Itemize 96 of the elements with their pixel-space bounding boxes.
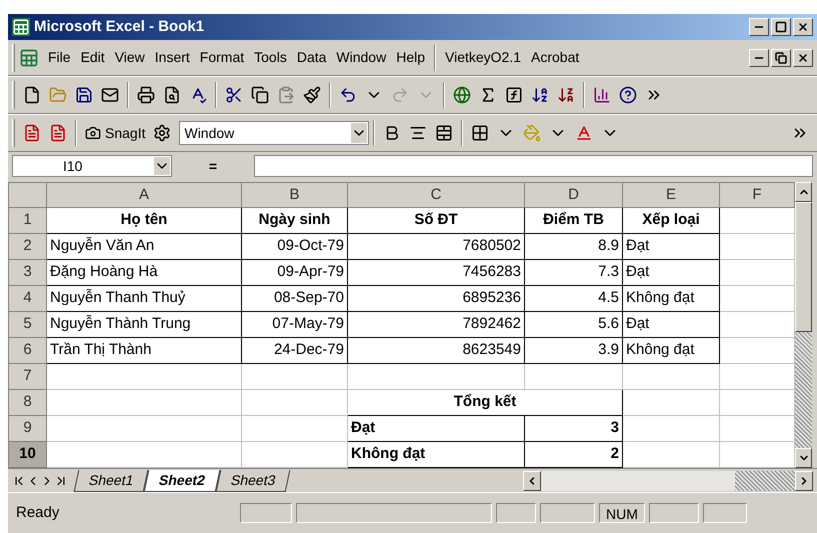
table-cell: 3 [524, 416, 622, 442]
maximize-button[interactable] [771, 18, 791, 36]
minimize-button[interactable] [749, 48, 769, 66]
restore-button[interactable] [771, 48, 791, 66]
table-cell: Số ĐT [348, 208, 524, 234]
horizontal-scrollbar[interactable] [523, 470, 813, 490]
name-box[interactable]: I10 [12, 155, 172, 177]
table-cell: Tổng kết [348, 390, 622, 416]
column-header[interactable]: A [46, 182, 242, 208]
sheet-tab[interactable]: Sheet1 [74, 470, 149, 492]
menu-item[interactable]: Help [391, 47, 430, 68]
maximize-icon [775, 21, 787, 33]
status-text: Ready [16, 502, 60, 523]
close-icon [797, 21, 809, 33]
font-name-field[interactable]: Window [179, 121, 370, 145]
table-cell: 7456283 [348, 260, 524, 286]
table-cell: 4.5 [524, 286, 622, 312]
menu-item[interactable]: Data [292, 47, 332, 68]
table-cell: 6895236 [348, 286, 524, 312]
select-all-corner[interactable] [8, 182, 46, 208]
table-cell: Đặng Hoàng Hà [46, 260, 242, 286]
minimize-button[interactable] [749, 18, 769, 36]
menu-item[interactable]: Edit [76, 47, 110, 68]
close-button[interactable] [793, 18, 813, 36]
table-cell: Họ tên [46, 208, 242, 234]
status-panel [703, 503, 747, 523]
table-cell: 2 [524, 442, 622, 468]
table-cell: Không đạt [622, 338, 720, 364]
menu-item[interactable]: Acrobat [526, 47, 584, 68]
row-header[interactable]: 8 [8, 390, 46, 416]
row-header[interactable]: 6 [8, 338, 46, 364]
num-lock-indicator: NUM [599, 503, 645, 523]
row-header[interactable]: 3 [8, 260, 46, 286]
table-cell: 24-Dec-79 [242, 338, 348, 364]
vertical-scrollbar[interactable] [795, 182, 812, 468]
row-header[interactable]: 5 [8, 312, 46, 338]
excel-logo-icon [12, 18, 30, 36]
menu-item[interactable]: View [110, 47, 150, 68]
table-cell: 09-Apr-79 [242, 260, 348, 286]
menu-item[interactable]: Tools [249, 47, 292, 68]
row-header[interactable]: 1 [8, 208, 46, 234]
table-cell: Nguyễn Thanh Thuỷ [46, 286, 242, 312]
status-panel [240, 503, 292, 523]
workbook-icon [19, 48, 39, 68]
column-header[interactable]: F [720, 182, 794, 208]
table-cell: 7892462 [348, 312, 524, 338]
menu-item[interactable]: Insert [150, 47, 195, 68]
row-header[interactable]: 7 [8, 364, 46, 390]
equals-sign: = [208, 156, 218, 176]
table-cell: 8623549 [348, 338, 524, 364]
dropdown-icon[interactable] [351, 123, 368, 143]
status-panel [649, 503, 699, 523]
row-header[interactable]: 10 [8, 442, 46, 468]
camera-icon [85, 125, 101, 141]
window-title: Microsoft Excel - Book1 [34, 16, 204, 37]
table-cell: Trần Thị Thành [46, 338, 242, 364]
table-cell: 07-May-79 [242, 312, 348, 338]
table-cell: 09-Oct-79 [242, 234, 348, 260]
table-cell: Điểm TB [524, 208, 622, 234]
snagit-button[interactable]: SnagIt [81, 122, 150, 144]
menu-item[interactable]: File [43, 47, 76, 68]
row-header[interactable]: 2 [8, 234, 46, 260]
restore-icon [775, 52, 787, 64]
table-cell: Đạt [622, 260, 720, 286]
table-cell: 7.3 [524, 260, 622, 286]
column-header[interactable]: B [242, 182, 348, 208]
column-header[interactable]: E [622, 182, 720, 208]
status-panel [496, 503, 536, 523]
row-header[interactable]: 9 [8, 416, 46, 442]
row-header[interactable]: 4 [8, 286, 46, 312]
column-header[interactable]: D [524, 182, 622, 208]
table-cell: Nguyễn Thành Trung [46, 312, 242, 338]
status-panel [540, 503, 595, 523]
column-header[interactable]: C [348, 182, 524, 208]
close-icon [797, 52, 809, 64]
sheet-tab[interactable]: Sheet3 [216, 470, 291, 492]
menu-item[interactable]: Format [194, 47, 250, 68]
table-cell: Nguyễn Văn An [46, 234, 242, 260]
table-cell: Đạt [622, 234, 720, 260]
table-cell: Đạt [348, 416, 524, 442]
table-cell: 7680502 [348, 234, 524, 260]
menu-item[interactable]: Window [331, 47, 392, 68]
table-cell: Không đạt [348, 442, 524, 468]
table-cell: Ngày sinh [242, 208, 348, 234]
formula-field[interactable] [254, 155, 813, 177]
table-cell: Đạt [622, 312, 720, 338]
table-cell: Không đạt [622, 286, 720, 312]
sheet-tab[interactable]: Sheet2 [144, 470, 221, 492]
table-cell: 3.9 [524, 338, 622, 364]
table-cell: Xếp loại [622, 208, 720, 234]
table-cell: 5.6 [524, 312, 622, 338]
table-cell: 8.9 [524, 234, 622, 260]
menu-item[interactable]: VietkeyO2.1 [440, 47, 526, 68]
table-cell: 08-Sep-70 [242, 286, 348, 312]
close-button[interactable] [793, 48, 813, 66]
dropdown-icon[interactable] [154, 157, 170, 175]
